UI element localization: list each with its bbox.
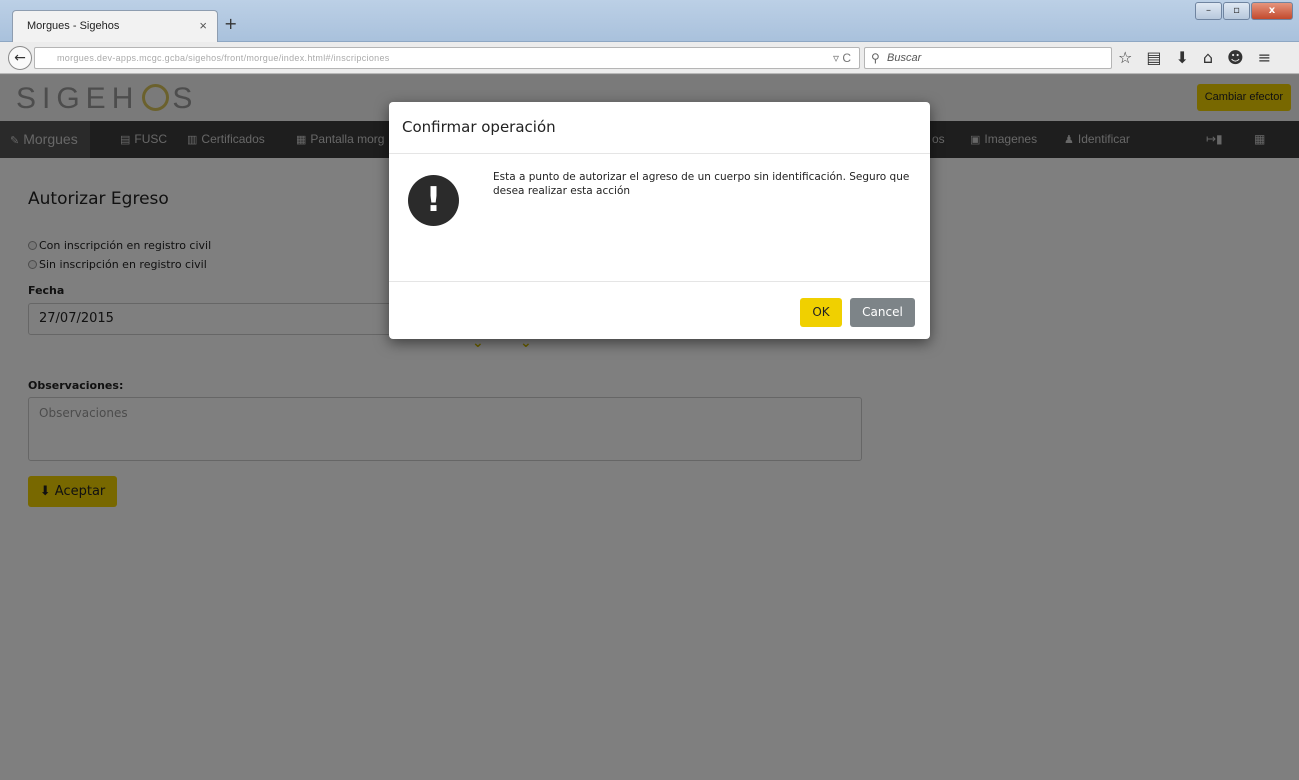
dialog-header: Confirmar operación	[389, 102, 930, 154]
tab-title: Morgues - Sigehos	[27, 20, 120, 32]
cancel-button[interactable]: Cancel	[850, 298, 915, 327]
browser-navbar: ← morgues.dev-apps.mcgc.gcba/sigehos/fro…	[0, 42, 1299, 74]
search-input[interactable]: ⚲ Buscar	[864, 47, 1112, 69]
browser-titlebar: Morgues - Sigehos × + – ▫ x	[0, 0, 1299, 42]
confirm-dialog: Confirmar operación ! Esta a punto de au…	[389, 102, 930, 339]
reading-list-icon[interactable]: ▤	[1146, 48, 1161, 67]
reader-icon[interactable]: ▿	[833, 51, 839, 65]
dialog-body: ! Esta a punto de autorizar el agreso de…	[389, 154, 930, 281]
ok-button[interactable]: OK	[800, 298, 842, 327]
search-placeholder: Buscar	[887, 52, 922, 64]
dialog-title: Confirmar operación	[402, 118, 556, 136]
exclamation-icon: !	[408, 175, 459, 226]
browser-tab[interactable]: Morgues - Sigehos ×	[12, 10, 218, 42]
close-window-button[interactable]: x	[1251, 2, 1293, 20]
download-icon[interactable]: ⬇	[1175, 48, 1188, 67]
maximize-button[interactable]: ▫	[1223, 2, 1250, 20]
url-bar[interactable]: morgues.dev-apps.mcgc.gcba/sigehos/front…	[34, 47, 860, 69]
hamburger-menu-icon[interactable]: ≡	[1258, 48, 1271, 67]
reload-icon[interactable]: C	[842, 51, 851, 65]
chat-icon[interactable]: ☻	[1227, 48, 1244, 67]
browser-toolbar: ☆ ▤ ⬇ ⌂ ☻ ≡	[1118, 48, 1271, 67]
search-icon: ⚲	[871, 51, 880, 65]
dialog-footer: OK Cancel	[389, 281, 930, 339]
window-controls: – ▫ x	[1195, 2, 1293, 20]
minimize-button[interactable]: –	[1195, 2, 1222, 20]
url-icons: ▿ C	[833, 51, 851, 65]
home-icon[interactable]: ⌂	[1203, 48, 1213, 67]
new-tab-icon[interactable]: +	[224, 14, 237, 33]
dialog-message: Esta a punto de autorizar el agreso de u…	[493, 171, 910, 197]
back-button[interactable]: ←	[8, 46, 32, 70]
url-text: morgues.dev-apps.mcgc.gcba/sigehos/front…	[57, 53, 390, 63]
tab-close-icon[interactable]: ×	[199, 18, 207, 33]
bookmark-star-icon[interactable]: ☆	[1118, 48, 1132, 67]
